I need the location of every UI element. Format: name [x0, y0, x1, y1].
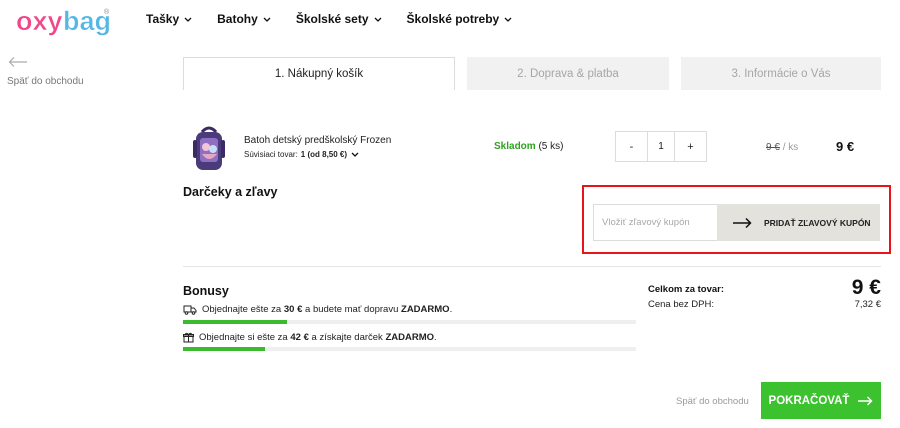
arrow-right-icon [733, 217, 752, 228]
nav-item-label: Školské sety [295, 12, 369, 26]
add-coupon-button[interactable]: PRIDAŤ ZĽAVOVÝ KUPÓN [717, 204, 880, 241]
gift-text-pre: Objednajte si ešte za [199, 332, 288, 343]
shipping-text-post: . [449, 304, 453, 315]
nav-item-skolske-sety[interactable]: Školské sety [296, 12, 382, 26]
quantity-input[interactable] [647, 132, 675, 161]
product-name[interactable]: Batoh detský predškolský Frozen [244, 135, 391, 146]
gift-progress-bar [183, 347, 636, 351]
stock-label: Skladom [494, 141, 536, 152]
quantity-stepper: - + [615, 131, 707, 162]
tab-shipping-payment[interactable]: 2. Doprava & platba [467, 57, 669, 90]
continue-button[interactable]: POKRAČOVAŤ [761, 382, 881, 419]
unit-label: ks [788, 142, 799, 153]
back-to-shop-link-bottom[interactable]: Späť do obchodu [676, 396, 749, 407]
chevron-down-icon [263, 17, 271, 22]
chevron-down-icon [184, 17, 192, 22]
net-price-label: Cena bez DPH: [648, 299, 715, 310]
arrow-right-icon [858, 395, 874, 406]
net-price-value: 7,32 € [854, 299, 881, 310]
nav-item-label: Batohy [217, 12, 258, 26]
nav-item-label: Školské potreby [406, 12, 500, 26]
free-shipping-message: Objednajte ešte za 30 € a budete mať dop… [183, 304, 452, 315]
related-value: 1 (od 8,50 €) [300, 150, 348, 159]
svg-text:®: ® [104, 8, 110, 16]
gifts-discounts-title: Darčeky a zľavy [183, 185, 278, 199]
main-nav: Tašky Batohy Školské sety Školské potreb… [146, 12, 537, 26]
shipping-progress-fill [183, 320, 288, 324]
gift-text-post: . [434, 332, 437, 343]
unit-price-value: 9 € [766, 142, 780, 153]
svg-text:oxy: oxy [16, 6, 63, 36]
oxybag-logo[interactable]: oxy bag ® [16, 4, 112, 37]
shipping-text-mid: a budete mať dopravu [305, 304, 399, 315]
add-coupon-label: PRIDAŤ ZĽAVOVÝ KUPÓN [764, 217, 871, 228]
truck-icon [183, 305, 197, 315]
increase-quantity-button[interactable]: + [675, 132, 706, 161]
shipping-text-pre: Objednajte ešte za [202, 304, 282, 315]
product-image[interactable] [191, 124, 227, 172]
gift-free: ZADARMO [385, 332, 435, 343]
stock-status: Skladom (5 ks) [494, 141, 563, 152]
unit-separator: / [782, 142, 786, 153]
free-gift-message: Objednajte si ešte za 42 € a získajte da… [183, 332, 437, 343]
gift-icon [183, 332, 194, 343]
gift-text-mid: a získajte darček [311, 332, 383, 343]
nav-item-label: Tašky [146, 12, 180, 26]
nav-item-skolske-potreby[interactable]: Školské potreby [407, 12, 513, 26]
related-products-toggle[interactable]: Súvisiaci tovar: 1 (od 8,50 €) [244, 150, 359, 159]
related-label: Súvisiaci tovar: [244, 150, 298, 159]
total-label: Celkom za tovar: [648, 284, 725, 295]
coupon-input[interactable] [593, 204, 717, 241]
bonus-title: Bonusy [183, 284, 229, 298]
gift-progress-fill [183, 347, 265, 351]
shipping-progress-bar [183, 320, 636, 324]
continue-label: POKRAČOVAŤ [768, 394, 850, 407]
total-value: 9 € [851, 276, 881, 299]
nav-item-batohy[interactable]: Batohy [217, 12, 271, 26]
shipping-amount: 30 € [283, 304, 303, 315]
arrow-left-icon[interactable] [8, 56, 28, 68]
shipping-free: ZADARMO [401, 304, 450, 315]
tab-customer-info[interactable]: 3. Informácie o Vás [681, 57, 881, 90]
nav-item-tasky[interactable]: Tašky [146, 12, 192, 26]
section-divider [183, 266, 881, 267]
back-to-shop-link[interactable]: Späť do obchodu [7, 76, 84, 87]
unit-price: 9 € / ks [766, 142, 798, 153]
chevron-down-icon [504, 17, 512, 22]
chevron-down-icon [374, 17, 381, 22]
line-total: 9 € [836, 139, 855, 154]
chevron-down-icon [351, 152, 359, 157]
stock-quantity: (5 ks) [538, 141, 564, 152]
decrease-quantity-button[interactable]: - [616, 132, 647, 161]
tab-cart[interactable]: 1. Nákupný košík [183, 57, 455, 90]
gift-amount: 42 € [290, 332, 309, 343]
